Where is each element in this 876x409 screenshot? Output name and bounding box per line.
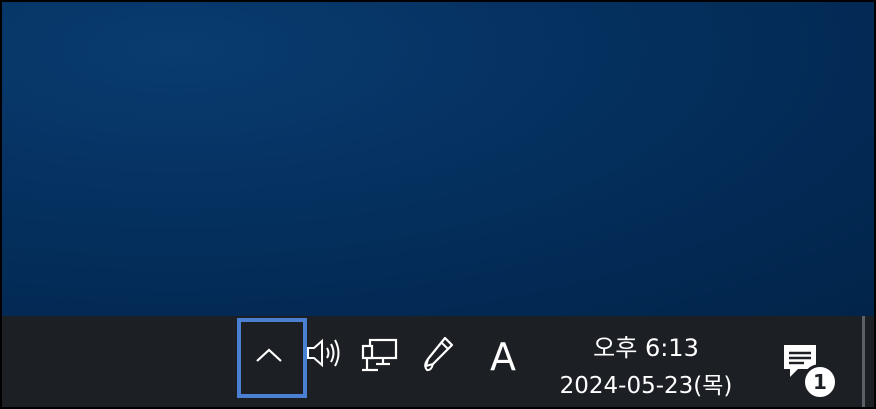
screenshot-frame: A 오후 6:13 2024-05-23(목) 1 [0, 0, 876, 409]
highlight-box [237, 318, 307, 398]
ethernet-network-icon [360, 336, 400, 372]
speaker-icon [305, 336, 345, 370]
notification-count-badge: 1 [802, 364, 838, 400]
action-center-button[interactable]: 1 [774, 316, 838, 407]
clock-time: 오후 6:13 [593, 334, 699, 362]
pen-workspace-icon [419, 335, 457, 373]
pen-workspace-button[interactable] [416, 316, 460, 407]
input-method-button[interactable]: A [478, 316, 528, 407]
volume-button[interactable] [302, 316, 348, 407]
show-desktop-button[interactable] [862, 316, 865, 407]
desktop-background [2, 2, 874, 316]
network-button[interactable] [356, 316, 404, 407]
clock-date: 2024-05-23(목) [559, 373, 733, 399]
taskbar: A 오후 6:13 2024-05-23(목) 1 [2, 316, 874, 407]
ime-label: A [490, 334, 516, 379]
taskbar-clock[interactable]: 오후 6:13 2024-05-23(목) [532, 316, 760, 407]
show-hidden-icons-button[interactable] [237, 316, 307, 407]
